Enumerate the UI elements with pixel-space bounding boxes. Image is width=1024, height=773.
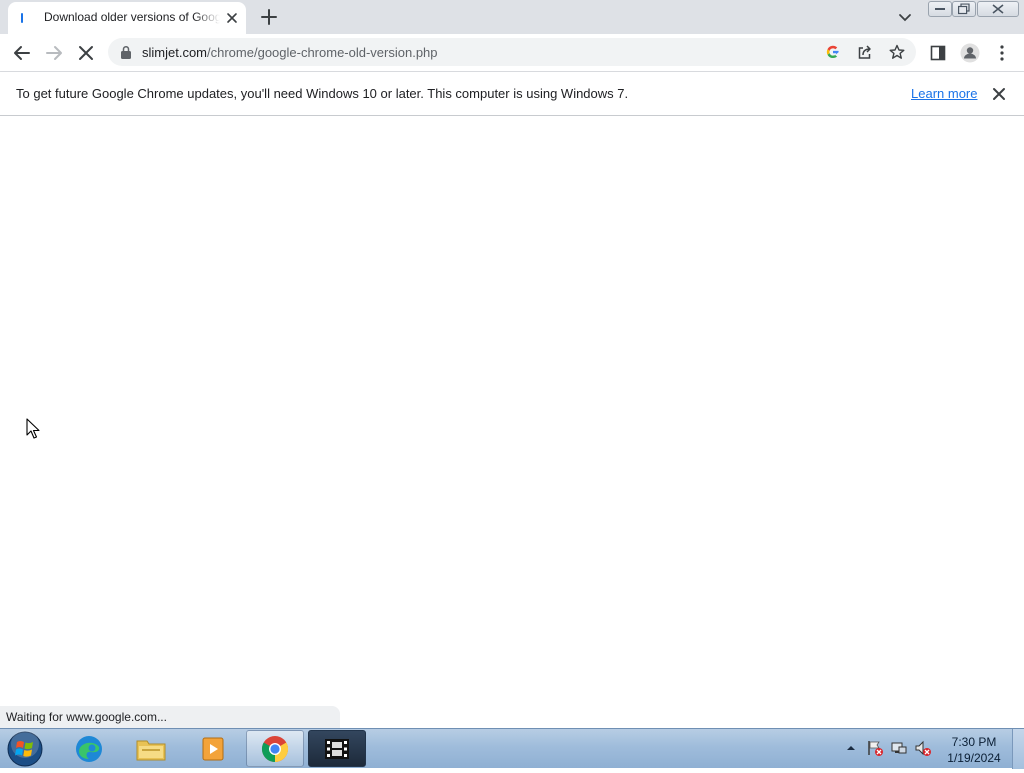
file-explorer-icon	[136, 740, 166, 760]
clock-date: 1/19/2024	[947, 751, 1001, 765]
kebab-menu-icon	[1000, 45, 1004, 61]
new-tab-button[interactable]	[258, 6, 280, 28]
tab-search-chevron-icon[interactable]	[894, 6, 916, 28]
url-path: /chrome/google-chrome-old-version.php	[207, 45, 438, 60]
minimize-icon	[935, 8, 945, 10]
mouse-pointer-icon	[26, 418, 40, 439]
action-center-flag-icon[interactable]	[866, 739, 884, 757]
close-window-button[interactable]	[977, 1, 1019, 17]
star-icon	[889, 44, 905, 59]
stop-loading-button[interactable]	[74, 41, 98, 65]
tab-close-icon[interactable]	[224, 10, 240, 26]
media-player-icon	[202, 737, 224, 760]
start-button[interactable]	[6, 730, 46, 768]
status-text: Waiting for www.google.com...	[6, 710, 167, 724]
taskbar-file-explorer[interactable]	[122, 730, 180, 767]
menu-button[interactable]	[990, 41, 1014, 65]
close-icon	[992, 4, 1004, 14]
share-icon	[858, 45, 871, 59]
infobar-close-icon[interactable]	[990, 85, 1008, 103]
show-desktop-button[interactable]	[1012, 729, 1024, 769]
url-host: slimjet.com	[142, 45, 208, 60]
back-arrow-icon	[14, 46, 30, 60]
windows-taskbar: 7:30 PM 1/19/2024	[0, 728, 1024, 769]
side-panel-icon	[930, 45, 946, 61]
video-editor-icon	[325, 738, 349, 759]
restore-icon	[958, 3, 970, 15]
restore-button[interactable]	[952, 1, 976, 17]
status-bubble: Waiting for www.google.com...	[0, 706, 340, 728]
forward-button[interactable]	[42, 41, 66, 65]
stop-icon	[79, 46, 93, 60]
back-button[interactable]	[10, 41, 34, 65]
page-content[interactable]	[0, 116, 1024, 728]
learn-more-link[interactable]: Learn more	[911, 86, 977, 101]
chrome-icon	[261, 735, 289, 762]
taskbar-chrome[interactable]	[246, 730, 304, 767]
forward-arrow-icon	[46, 46, 62, 60]
taskbar-media-player[interactable]	[184, 730, 242, 767]
google-g-icon	[826, 45, 839, 59]
taskbar-video-editor[interactable]	[308, 730, 366, 767]
share-button[interactable]	[856, 43, 874, 61]
taskbar-clock[interactable]: 7:30 PM 1/19/2024	[938, 734, 1010, 766]
infobar-message: To get future Google Chrome updates, you…	[16, 86, 629, 101]
url-text[interactable]: slimjet.com/chrome/google-chrome-old-ver…	[142, 45, 438, 60]
minimize-button[interactable]	[928, 1, 952, 17]
lock-icon[interactable]	[120, 45, 132, 59]
active-tab[interactable]: Download older versions of Google Chrome	[8, 2, 246, 34]
address-bar[interactable]: slimjet.com/chrome/google-chrome-old-ver…	[108, 38, 916, 66]
taskbar-edge[interactable]	[60, 730, 118, 767]
profile-avatar-icon	[960, 43, 980, 63]
windows-support-infobar: To get future Google Chrome updates, you…	[0, 72, 1024, 116]
edge-icon	[76, 735, 102, 762]
side-panel-button[interactable]	[926, 41, 950, 65]
loading-favicon-icon	[21, 13, 23, 23]
show-hidden-icons-icon[interactable]	[842, 739, 860, 757]
bookmark-star-button[interactable]	[888, 43, 906, 61]
network-icon[interactable]	[890, 739, 908, 757]
profile-button[interactable]	[958, 41, 982, 65]
google-lens-button[interactable]	[824, 43, 842, 61]
volume-muted-icon[interactable]	[914, 739, 932, 757]
tab-strip: Download older versions of Google Chrome	[0, 0, 1024, 34]
tab-title: Download older versions of Google Chrome	[44, 10, 220, 24]
windows-orb-icon	[7, 730, 43, 767]
browser-toolbar: slimjet.com/chrome/google-chrome-old-ver…	[0, 34, 1024, 72]
clock-time: 7:30 PM	[951, 735, 997, 749]
